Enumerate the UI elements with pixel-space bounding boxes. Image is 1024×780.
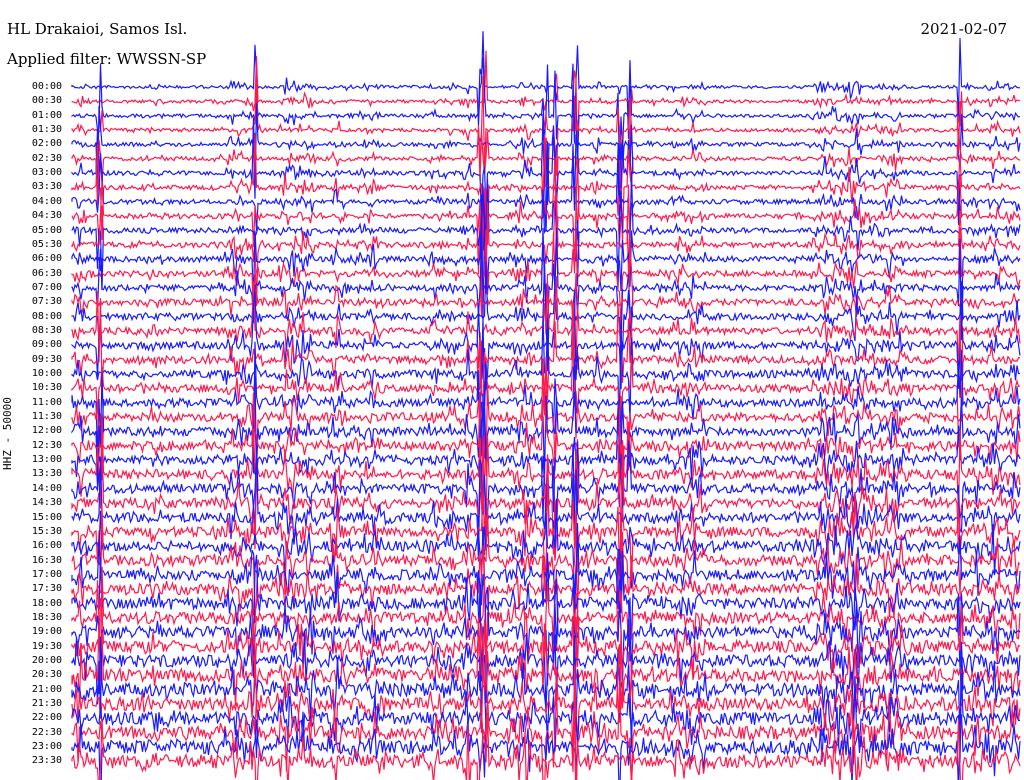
time-tick-label: 00:00 — [31, 81, 62, 92]
time-tick-label: 12:00 — [31, 425, 62, 437]
time-tick-label: 22:30 — [31, 726, 62, 738]
time-tick-label: 13:30 — [31, 468, 62, 480]
time-tick-label: 05:00 — [31, 224, 62, 236]
time-tick-label: 14:30 — [31, 497, 62, 509]
time-tick-label: 07:00 — [31, 281, 62, 293]
time-tick-label: 00:30 — [31, 95, 62, 107]
time-tick-label: 05:30 — [31, 238, 62, 250]
time-tick-label: 09:30 — [31, 353, 62, 365]
time-tick-label: 01:00 — [31, 109, 62, 121]
time-tick-label: 22:00 — [31, 712, 62, 724]
time-tick-label: 02:30 — [31, 152, 62, 164]
time-tick-label: 17:30 — [31, 583, 62, 595]
time-tick-label: 18:30 — [31, 611, 62, 623]
time-tick-label: 15:00 — [31, 511, 62, 523]
time-tick-label: 20:00 — [31, 655, 62, 666]
time-tick-label: 20:30 — [31, 669, 62, 681]
time-tick-label: 12:30 — [31, 439, 62, 451]
channel-label: HHZ - 50000 — [1, 397, 14, 470]
station-title: HL Drakaioi, Samos Isl. — [7, 20, 188, 38]
time-tick-label: 13:00 — [31, 454, 62, 466]
time-tick-label: 16:00 — [31, 540, 62, 552]
time-tick-label: 14:00 — [31, 482, 62, 494]
time-tick-label: 06:30 — [31, 267, 62, 279]
time-tick-label: 04:30 — [31, 210, 62, 222]
time-tick-label: 16:30 — [31, 554, 62, 566]
trace-0000 — [71, 31, 1021, 143]
time-tick-label: 04:00 — [31, 195, 62, 207]
time-tick-label: 11:30 — [31, 411, 62, 423]
time-tick-label: 21:00 — [31, 683, 62, 695]
time-tick-label: 06:00 — [31, 253, 62, 265]
time-tick-label: 19:00 — [31, 626, 62, 638]
time-tick-label: 08:00 — [31, 310, 62, 322]
time-tick-label: 21:30 — [31, 698, 62, 710]
time-tick-label: 09:00 — [31, 339, 62, 351]
helicorder-page: 00:00 00:30 01:00 01:30 02:00 02:30 03:00 03:30… — [0, 0, 1024, 780]
time-tick-label: 15:30 — [31, 525, 62, 537]
seismogram-plot — [71, 31, 1021, 780]
time-tick-label: 07:30 — [31, 296, 62, 308]
date-label: 2021-02-07 — [920, 20, 1007, 38]
time-tick-label: 23:30 — [31, 755, 62, 767]
time-tick-label: 01:30 — [31, 124, 62, 136]
time-tick-label: 03:00 — [31, 167, 62, 179]
time-tick-label: 08:30 — [31, 324, 62, 336]
time-tick-label: 19:30 — [31, 640, 62, 652]
time-tick-label: 23:00 — [31, 741, 62, 753]
filter-label: Applied filter: WWSSN-SP — [7, 50, 207, 68]
time-tick-label: 10:30 — [31, 382, 62, 394]
time-tick-label: 17:00 — [31, 568, 62, 580]
time-tick-label: 18:00 — [31, 597, 62, 609]
time-tick-label: 10:00 — [31, 368, 62, 379]
time-tick-label: 02:00 — [31, 138, 62, 150]
time-tick-label: 11:00 — [31, 396, 62, 408]
time-axis-labels: 00:00 00:30 01:00 01:30 02:00 02:30 03:00 03:30… — [0, 0, 70, 780]
time-tick-label: 03:30 — [31, 181, 62, 193]
